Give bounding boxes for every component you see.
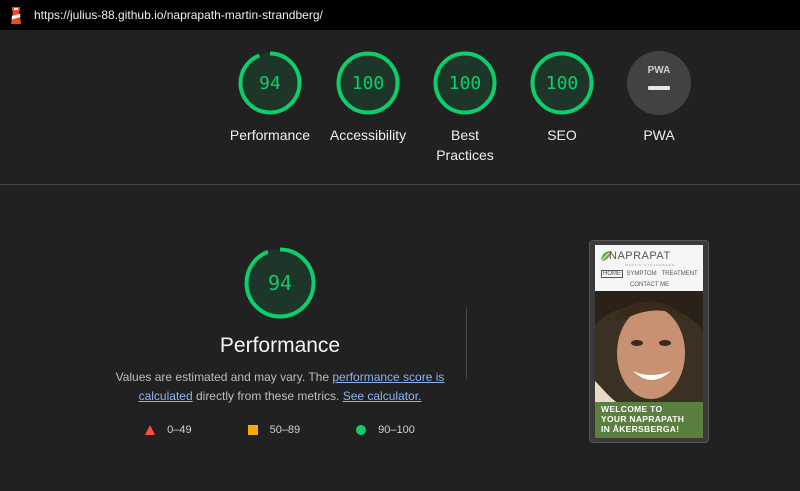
performance-score: 94 (268, 271, 292, 295)
legend-average: 50–89 (247, 424, 301, 436)
url-bar: https://julius-88.github.io/naprapath-ma… (0, 0, 800, 30)
performance-gauge: 94 (244, 247, 316, 319)
site-tagline: MARTIN STRANDBERG (625, 263, 676, 267)
performance-summary: 94 Performance Values are estimated and … (110, 246, 450, 436)
site-brand: NAPRAPAT (609, 250, 671, 262)
gauge-seo-score: 100 (546, 73, 579, 94)
gauge-pwa-label: PWA (643, 127, 675, 143)
gauge-best-practices-score: 100 (449, 73, 482, 94)
gauge-pwa[interactable]: PWA PWA (614, 50, 704, 145)
gauge-performance[interactable]: 94 Performance (225, 50, 315, 145)
score-legend: 0–49 50–89 90–100 (110, 424, 450, 436)
pwa-badge-icon: PWA (627, 51, 691, 115)
final-screenshot[interactable]: NAPRAPAT MARTIN STRANDBERG HOME SYMPTOM … (590, 241, 708, 442)
gauge-accessibility-label: Accessibility (329, 127, 407, 143)
banner-line-1: WELCOME TO (601, 404, 663, 414)
gauge-accessibility[interactable]: 100 Accessibility (323, 50, 413, 145)
performance-description: Values are estimated and may vary. The p… (110, 368, 450, 406)
average-square-icon (247, 425, 258, 435)
gauge-best-practices-arc: 100 (433, 51, 497, 115)
performance-title: Performance (219, 334, 341, 357)
pwa-badge-text: PWA (648, 65, 671, 76)
hero-photo (595, 291, 703, 405)
gauge-seo-arc: 100 (530, 51, 594, 115)
gauge-performance-score: 94 (259, 73, 281, 94)
banner-line-2: YOUR NAPRAPATH (601, 414, 685, 424)
page-url[interactable]: https://julius-88.github.io/naprapath-ma… (34, 8, 323, 22)
gauge-seo-label: SEO (547, 127, 577, 143)
section-divider (0, 184, 800, 185)
legend-fail: 0–49 (145, 424, 192, 436)
desc-prefix: Values are estimated and may vary. The (115, 370, 333, 384)
site-nav-symptom: SYMPTOM (626, 271, 657, 277)
lighthouse-icon (11, 7, 21, 24)
site-nav-treatment: TREATMENT (661, 271, 698, 277)
legend-pass-range: 90–100 (378, 424, 415, 436)
category-gauges: 94 Performance 100 Accessibility 100 Bes… (0, 50, 800, 180)
site-nav-home: HOME (601, 270, 623, 278)
site-nav-contact: CONTACT ME (630, 282, 670, 288)
legend-fail-range: 0–49 (167, 424, 192, 436)
legend-average-range: 50–89 (269, 424, 301, 436)
desc-middle: directly from these metrics. (192, 389, 343, 403)
legend-pass: 90–100 (356, 424, 415, 436)
gauge-performance-label: Performance (229, 127, 311, 143)
screenshot-content: NAPRAPAT MARTIN STRANDBERG HOME SYMPTOM … (595, 245, 703, 438)
see-calculator-link[interactable]: See calculator. (343, 389, 422, 403)
banner-line-3: IN ÅKERSBERGA! (601, 424, 680, 434)
welcome-banner: WELCOME TO YOUR NAPRAPATH IN ÅKERSBERGA! (595, 402, 703, 438)
gauge-best-practices-label-line1: Best (450, 127, 479, 143)
gauge-accessibility-score: 100 (352, 73, 385, 94)
gauge-performance-arc: 94 (238, 51, 302, 115)
gauge-best-practices-label: Best Practices (420, 125, 510, 165)
gauge-seo[interactable]: 100 SEO (517, 50, 607, 145)
site-nav: HOME SYMPTOM TREATMENT (601, 270, 698, 278)
gauge-best-practices[interactable]: 100 Best Practices (420, 50, 510, 165)
fail-triangle-icon (145, 425, 156, 435)
pass-circle-icon (356, 425, 367, 435)
gauge-best-practices-label-line2: Practices (436, 147, 494, 163)
vertical-divider (466, 307, 467, 379)
gauge-accessibility-arc: 100 (336, 51, 400, 115)
